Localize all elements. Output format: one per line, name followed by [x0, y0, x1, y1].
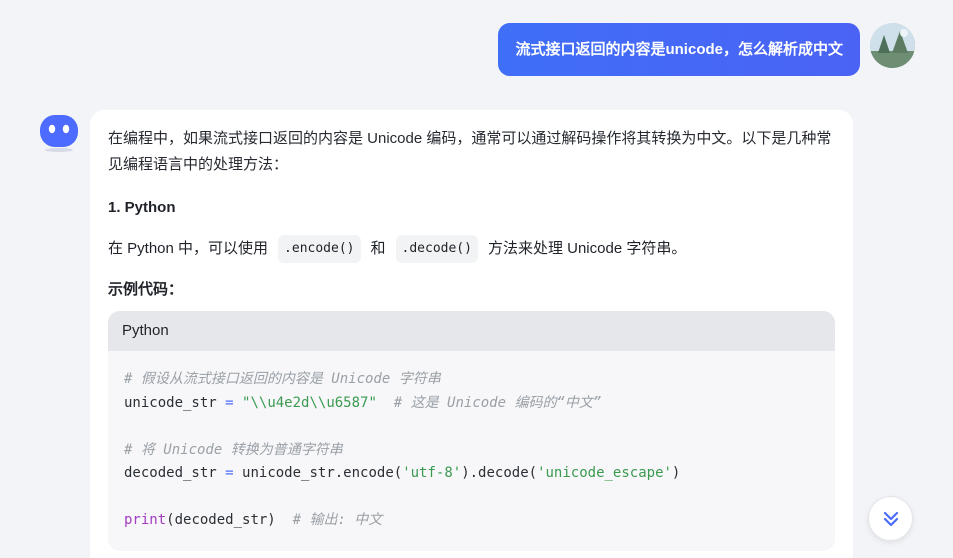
robot-face-icon — [40, 115, 78, 152]
code-content[interactable]: # 假设从流式接口返回的内容是 Unicode 字符串 unicode_str … — [108, 351, 835, 533]
code-comment: # 输出: 中文 — [292, 512, 383, 528]
python-description: 在 Python 中，可以使用 .encode() 和 .decode() 方法… — [108, 235, 835, 263]
code-call: unicode_str.encode( — [242, 465, 403, 481]
assistant-answer-card: 在编程中，如果流式接口返回的内容是 Unicode 编码，通常可以通过解码操作将… — [90, 110, 853, 558]
user-message-row: 流式接口返回的内容是unicode，怎么解析成中文 — [498, 23, 915, 76]
inline-code-decode: .decode() — [395, 235, 478, 263]
code-identifier: decoded_str — [124, 465, 217, 481]
code-keyword: print — [124, 512, 167, 528]
code-call: (decoded_str) — [166, 512, 276, 528]
desc-and: 和 — [370, 240, 386, 257]
code-string: 'utf-8' — [402, 465, 462, 481]
desc-suffix: 方法来处理 Unicode 字符串。 — [487, 240, 687, 257]
user-avatar[interactable] — [870, 23, 915, 68]
answer-intro: 在编程中，如果流式接口返回的内容是 Unicode 编码，通常可以通过解码操作将… — [108, 130, 832, 173]
example-code-label: 示例代码： — [108, 281, 184, 298]
bot-avatar — [39, 113, 79, 153]
code-comment: # 将 Unicode 转换为普通字符串 — [124, 441, 343, 458]
code-paren: ) — [671, 465, 681, 481]
user-photo-icon — [870, 23, 915, 68]
code-language-label: Python — [108, 311, 835, 351]
code-operator: = — [225, 394, 234, 411]
code-identifier: unicode_str — [124, 394, 217, 411]
code-call: ).decode( — [461, 465, 538, 481]
user-message-bubble: 流式接口返回的内容是unicode，怎么解析成中文 — [498, 23, 860, 76]
desc-prefix: 在 Python 中，可以使用 — [108, 240, 269, 257]
scroll-to-bottom-button[interactable] — [868, 496, 913, 541]
section-heading-python: 1. Python — [108, 199, 176, 216]
double-chevron-down-icon — [883, 511, 898, 526]
code-string: "\\u4e2d\\u6587" — [242, 394, 377, 411]
code-comment: # 假设从流式接口返回的内容是 Unicode 字符串 — [124, 371, 441, 387]
code-string: 'unicode_escape' — [537, 465, 672, 481]
code-block[interactable]: Python # 假设从流式接口返回的内容是 Unicode 字符串 unico… — [108, 311, 835, 551]
code-comment: # 这是 Unicode 编码的“中文” — [393, 394, 602, 411]
inline-code-encode: .encode() — [278, 235, 361, 263]
code-operator: = — [225, 465, 234, 481]
